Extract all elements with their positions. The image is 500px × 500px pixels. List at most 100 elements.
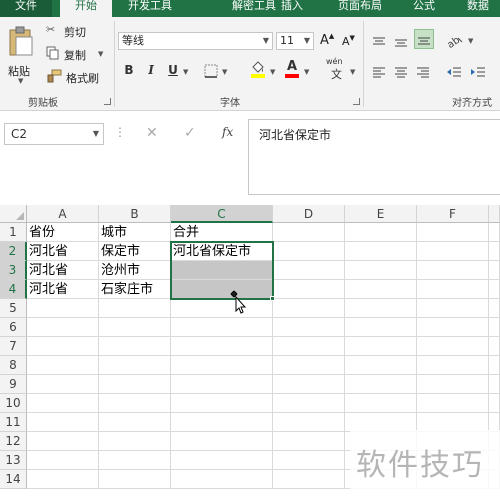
cell-d4[interactable] bbox=[273, 280, 345, 299]
cell-b4[interactable]: 石家庄市 bbox=[99, 280, 171, 299]
cell-c4[interactable] bbox=[171, 280, 273, 299]
cell-e7[interactable] bbox=[345, 337, 417, 356]
cell-f7[interactable] bbox=[417, 337, 489, 356]
cell-c2[interactable]: 河北省保定市 bbox=[171, 242, 273, 261]
font-size-dropdown[interactable]: 11 ▼ bbox=[276, 32, 314, 50]
row-header-11[interactable]: 11 bbox=[0, 413, 27, 432]
column-header-b[interactable]: B bbox=[99, 205, 171, 223]
cell-e3[interactable] bbox=[345, 261, 417, 280]
borders-button[interactable] bbox=[204, 63, 218, 82]
cell-c5[interactable] bbox=[171, 299, 273, 318]
chevron-down-icon[interactable]: ▼ bbox=[304, 68, 309, 76]
cell-f1[interactable] bbox=[417, 223, 489, 242]
cell-e10[interactable] bbox=[345, 394, 417, 413]
row-header-7[interactable]: 7 bbox=[0, 337, 27, 356]
cell-d7[interactable] bbox=[273, 337, 345, 356]
cell-b6[interactable] bbox=[99, 318, 171, 337]
cell-b11[interactable] bbox=[99, 413, 171, 432]
tab-data[interactable]: 数据 bbox=[458, 0, 498, 17]
underline-button[interactable]: U bbox=[166, 63, 180, 77]
row-header-10[interactable]: 10 bbox=[0, 394, 27, 413]
cell-f5[interactable] bbox=[417, 299, 489, 318]
chevron-down-icon[interactable]: ▼ bbox=[350, 68, 355, 76]
cell-d5[interactable] bbox=[273, 299, 345, 318]
row-header-12[interactable]: 12 bbox=[0, 432, 27, 451]
align-top-button[interactable] bbox=[372, 33, 386, 52]
row-header-8[interactable]: 8 bbox=[0, 356, 27, 375]
column-header-c[interactable]: C bbox=[171, 205, 273, 223]
grow-font-button[interactable]: A▲ bbox=[320, 32, 334, 48]
cell-a4[interactable]: 河北省 bbox=[27, 280, 99, 299]
column-header-a[interactable]: A bbox=[27, 205, 99, 223]
cell-f2[interactable] bbox=[417, 242, 489, 261]
font-color-button[interactable]: A bbox=[284, 59, 300, 83]
cell-a5[interactable] bbox=[27, 299, 99, 318]
row-header-3[interactable]: 3 bbox=[0, 261, 27, 280]
cell-b9[interactable] bbox=[99, 375, 171, 394]
cell-c14[interactable] bbox=[171, 470, 273, 489]
column-header-d[interactable]: D bbox=[273, 205, 345, 223]
cell-b2[interactable]: 保定市 bbox=[99, 242, 171, 261]
insert-function-button[interactable]: fx bbox=[222, 125, 233, 139]
cell-c7[interactable] bbox=[171, 337, 273, 356]
cell-a14[interactable] bbox=[27, 470, 99, 489]
font-name-dropdown[interactable]: 等线 ▼ bbox=[118, 32, 273, 50]
cell-g3[interactable] bbox=[489, 261, 500, 280]
cell-d13[interactable] bbox=[273, 451, 345, 470]
cell-e6[interactable] bbox=[345, 318, 417, 337]
increase-indent-button[interactable] bbox=[470, 63, 486, 82]
tab-developer[interactable]: 开发工具 bbox=[118, 0, 182, 17]
cell-e8[interactable] bbox=[345, 356, 417, 375]
cell-c12[interactable] bbox=[171, 432, 273, 451]
cell-d8[interactable] bbox=[273, 356, 345, 375]
cell-a1[interactable]: 省份 bbox=[27, 223, 99, 242]
cell-c13[interactable] bbox=[171, 451, 273, 470]
bold-button[interactable]: B bbox=[122, 63, 136, 77]
select-all-button[interactable] bbox=[0, 205, 27, 223]
formula-input[interactable]: 河北省保定市 bbox=[248, 119, 500, 195]
cell-e4[interactable] bbox=[345, 280, 417, 299]
row-header-9[interactable]: 9 bbox=[0, 375, 27, 394]
formula-bar-grip-icon[interactable]: ⋮ bbox=[114, 125, 126, 139]
row-header-4[interactable]: 4 bbox=[0, 280, 27, 299]
fill-color-button[interactable] bbox=[250, 59, 266, 83]
cell-e5[interactable] bbox=[345, 299, 417, 318]
phonetic-guide-button[interactable]: wén 文 bbox=[326, 57, 350, 81]
tab-insert[interactable]: 插入 bbox=[270, 0, 314, 17]
cell-a2[interactable]: 河北省 bbox=[27, 242, 99, 261]
name-box[interactable]: C2 ▼ bbox=[4, 123, 104, 145]
cell-e9[interactable] bbox=[345, 375, 417, 394]
cell-a11[interactable] bbox=[27, 413, 99, 432]
cell-a13[interactable] bbox=[27, 451, 99, 470]
cell-f10[interactable] bbox=[417, 394, 489, 413]
cell-f3[interactable] bbox=[417, 261, 489, 280]
cell-d14[interactable] bbox=[273, 470, 345, 489]
cell-d3[interactable] bbox=[273, 261, 345, 280]
cell-d10[interactable] bbox=[273, 394, 345, 413]
align-middle-button[interactable] bbox=[394, 33, 408, 52]
format-painter-button[interactable]: 格式刷 bbox=[46, 69, 106, 85]
cell-a8[interactable] bbox=[27, 356, 99, 375]
enter-check-icon[interactable]: ✓ bbox=[184, 125, 196, 141]
cell-b7[interactable] bbox=[99, 337, 171, 356]
cell-g8[interactable] bbox=[489, 356, 500, 375]
cell-b8[interactable] bbox=[99, 356, 171, 375]
cell-a12[interactable] bbox=[27, 432, 99, 451]
cell-d9[interactable] bbox=[273, 375, 345, 394]
cell-d6[interactable] bbox=[273, 318, 345, 337]
cell-d11[interactable] bbox=[273, 413, 345, 432]
chevron-down-icon[interactable]: ▼ bbox=[183, 68, 188, 76]
cell-c8[interactable] bbox=[171, 356, 273, 375]
cell-f4[interactable] bbox=[417, 280, 489, 299]
decrease-indent-button[interactable] bbox=[446, 63, 462, 82]
row-header-13[interactable]: 13 bbox=[0, 451, 27, 470]
cell-c9[interactable] bbox=[171, 375, 273, 394]
cell-b14[interactable] bbox=[99, 470, 171, 489]
tab-file[interactable]: 文件 bbox=[0, 0, 52, 17]
cell-g5[interactable] bbox=[489, 299, 500, 318]
cell-b1[interactable]: 城市 bbox=[99, 223, 171, 242]
cell-c6[interactable] bbox=[171, 318, 273, 337]
cell-b3[interactable]: 沧州市 bbox=[99, 261, 171, 280]
cell-g6[interactable] bbox=[489, 318, 500, 337]
cell-d2[interactable] bbox=[273, 242, 345, 261]
